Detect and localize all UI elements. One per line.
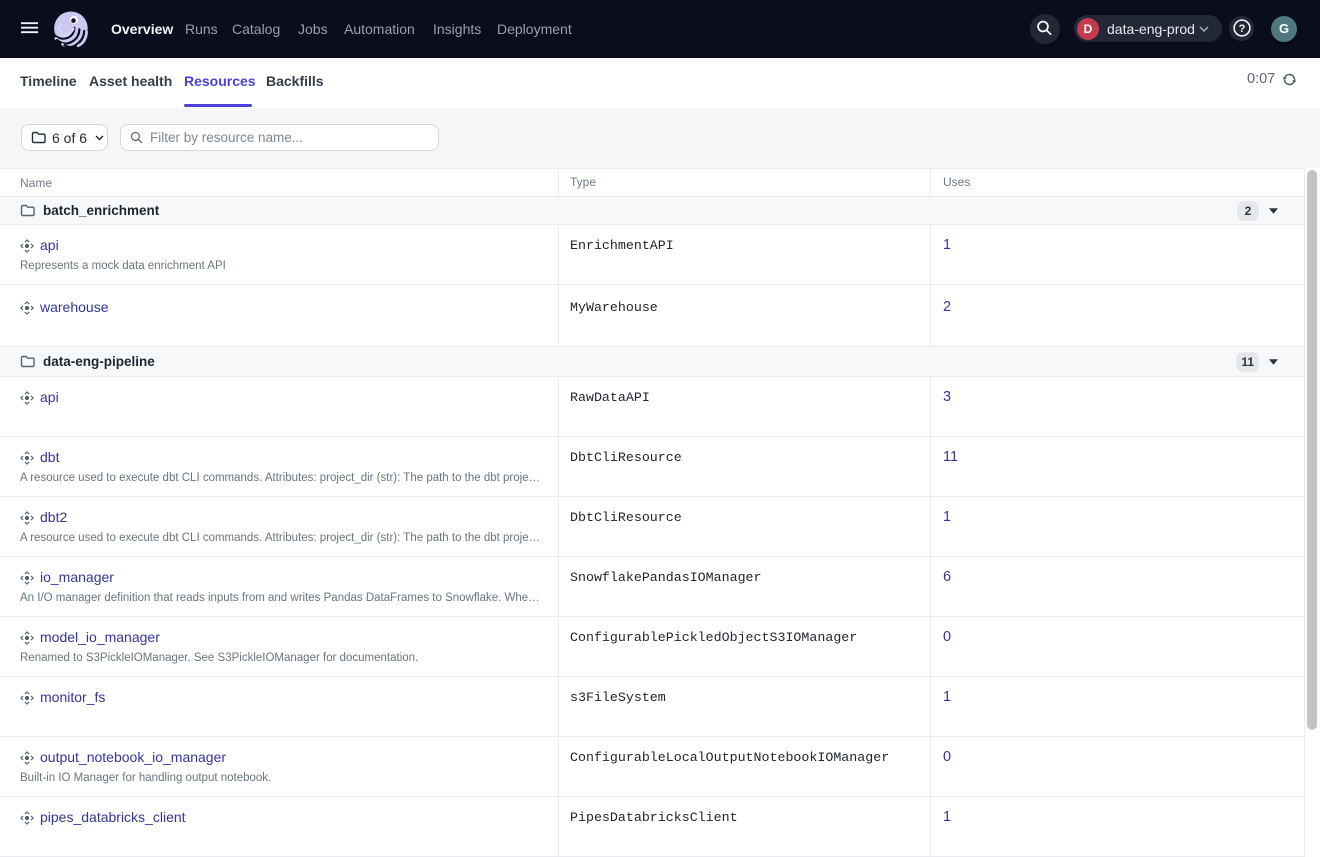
svg-text:?: ? (1238, 23, 1245, 35)
